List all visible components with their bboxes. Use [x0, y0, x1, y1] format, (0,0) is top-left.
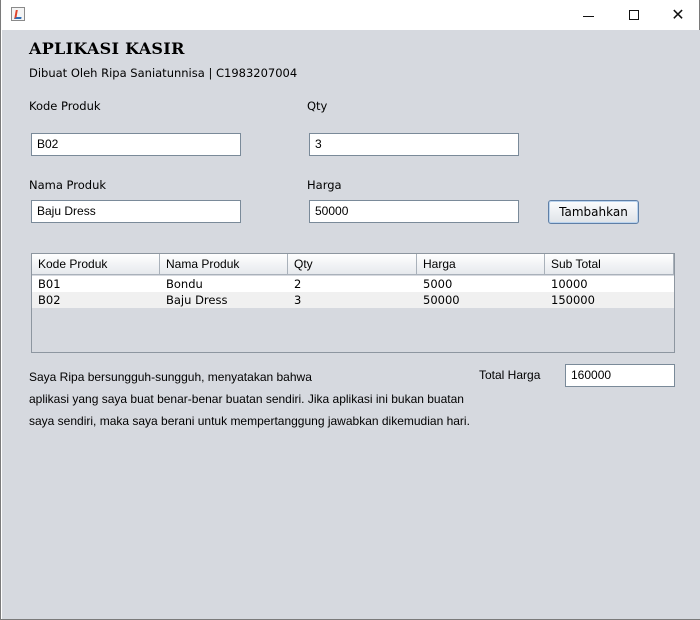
app-subtitle: Dibuat Oleh Ripa Saniatunnisa | C1983207…	[29, 66, 298, 80]
java-app-icon[interactable]	[11, 7, 25, 21]
close-icon: ✕	[671, 5, 685, 24]
minimize-button[interactable]	[565, 0, 611, 30]
qty-label: Qty	[307, 99, 328, 113]
table-cell: 50000	[423, 293, 460, 307]
statement-line-2: aplikasi yang saya buat benar-benar buat…	[29, 392, 464, 406]
table-cell: Bondu	[166, 277, 203, 291]
maximize-icon	[629, 10, 639, 20]
column-header-harga[interactable]: Harga	[417, 254, 545, 275]
main-panel: APLIKASI KASIR Dibuat Oleh Ripa Saniatun…	[2, 30, 700, 619]
table-cell: B02	[38, 293, 61, 307]
app-window: ✕ APLIKASI KASIR Dibuat Oleh Ripa Saniat…	[0, 0, 700, 620]
table-body: B01 Bondu 2 5000 10000 B02 Baju Dress 3 …	[32, 276, 674, 308]
table-cell: Baju Dress	[166, 293, 228, 307]
nama-produk-label: Nama Produk	[29, 178, 107, 192]
kode-produk-input[interactable]: B02	[31, 133, 241, 156]
statement-line-1: Saya Ripa bersungguh-sungguh, menyatakan…	[29, 370, 312, 384]
table-cell: B01	[38, 277, 61, 291]
table-cell: 3	[294, 293, 302, 307]
product-table[interactable]: Kode Produk Nama Produk Qty Harga Sub To…	[31, 253, 675, 353]
table-header: Kode Produk Nama Produk Qty Harga Sub To…	[32, 254, 674, 275]
app-title: APLIKASI KASIR	[29, 39, 185, 58]
column-header-sub-total[interactable]: Sub Total	[545, 254, 674, 275]
column-header-kode-produk[interactable]: Kode Produk	[32, 254, 160, 275]
minimize-icon	[582, 15, 594, 17]
title-bar[interactable]: ✕	[1, 0, 699, 30]
column-header-nama-produk[interactable]: Nama Produk	[160, 254, 288, 275]
kode-produk-label: Kode Produk	[29, 99, 101, 113]
harga-label: Harga	[307, 178, 342, 192]
harga-input[interactable]: 50000	[309, 200, 519, 223]
table-row[interactable]: B02 Baju Dress 3 50000 150000	[32, 292, 674, 308]
qty-input[interactable]: 3	[309, 133, 519, 156]
close-button[interactable]: ✕	[655, 0, 700, 30]
total-harga-label: Total Harga	[479, 368, 541, 382]
table-cell: 10000	[551, 277, 588, 291]
table-cell: 5000	[423, 277, 453, 291]
table-row[interactable]: B01 Bondu 2 5000 10000	[32, 276, 674, 292]
table-cell: 2	[294, 277, 302, 291]
tambahkan-button[interactable]: Tambahkan	[548, 200, 639, 224]
maximize-button[interactable]	[611, 0, 657, 30]
statement-line-3: saya sendiri, maka saya berani untuk mem…	[29, 414, 470, 428]
total-harga-field[interactable]: 160000	[565, 364, 675, 387]
table-cell: 150000	[551, 293, 595, 307]
column-header-qty[interactable]: Qty	[288, 254, 417, 275]
nama-produk-input[interactable]: Baju Dress	[31, 200, 241, 223]
